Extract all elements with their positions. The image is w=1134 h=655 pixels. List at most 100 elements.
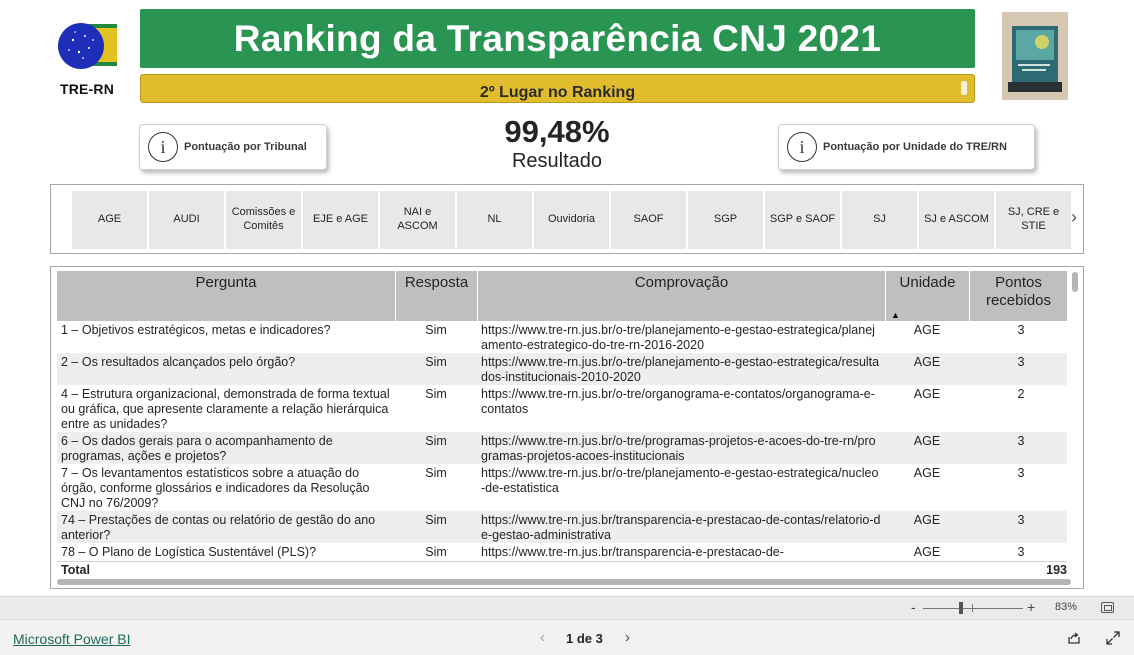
info-icon: i — [148, 132, 178, 162]
ranking-text: 2º Lugar no Ranking — [479, 84, 636, 101]
ranking-scrollbar[interactable] — [961, 81, 967, 95]
vertical-scrollbar[interactable] — [1072, 272, 1078, 292]
ranking-banner: 2º Lugar no Ranking — [140, 74, 975, 103]
cell-unidade: AGE — [913, 434, 941, 448]
pontuacao-unidade-button[interactable]: i Pontuação por Unidade do TRE/RN — [778, 124, 1035, 170]
cell-unidade: AGE — [913, 323, 941, 337]
zoom-percentage: 83% — [1055, 601, 1078, 613]
cell-pontos: 3 — [1017, 466, 1025, 480]
power-bi-link[interactable]: Microsoft Power BI — [13, 631, 130, 647]
tre-rn-logo-icon — [55, 18, 119, 80]
slicer-item[interactable]: Ouvidoria — [534, 191, 609, 249]
logo-text: TRE-RN — [59, 81, 115, 97]
info-icon: i — [787, 132, 817, 162]
cell-pontos: 3 — [1017, 323, 1025, 337]
table-body[interactable]: 1 – Objetivos estratégicos, metas e indi… — [57, 321, 1067, 561]
slicer-item[interactable]: AUDI — [149, 191, 224, 249]
table-header: Pergunta Resposta Comprovação Unidade Po… — [57, 271, 1067, 321]
cell-resposta: Sim — [425, 434, 447, 448]
cell-resposta: Sim — [425, 323, 447, 337]
pontuacao-unidade-label: Pontuação por Unidade do TRE/RN — [823, 141, 1007, 153]
expand-icon[interactable] — [1106, 631, 1120, 645]
cell-comprovacao: https://www.tre-rn.jus.br/o-tre/organogr… — [481, 387, 875, 416]
column-header-comprovacao[interactable]: Comprovação — [477, 271, 885, 321]
slicer-item[interactable]: EJE e AGE — [303, 191, 378, 249]
slicer-item[interactable]: NL — [457, 191, 532, 249]
trophy-image — [1002, 12, 1068, 100]
cell-pergunta: 78 – O Plano de Logística Sustentável (P… — [61, 545, 317, 559]
slicer-item[interactable]: SAOF — [611, 191, 686, 249]
zoom-slider-track[interactable] — [923, 608, 1023, 609]
table-row[interactable]: 78 – O Plano de Logística Sustentável (P… — [57, 543, 1067, 561]
zoom-slider-tick — [972, 604, 973, 612]
unidade-slicer: AGE AUDI Comissões e Comitês EJE e AGE NAI e… — [50, 184, 1084, 254]
cell-pontos: 2 — [1017, 387, 1025, 401]
table-row[interactable]: 1 – Objetivos estratégicos, metas e indi… — [57, 321, 1067, 353]
questions-table: Pergunta Resposta Comprovação Unidade Po… — [50, 266, 1084, 589]
cell-pontos: 3 — [1017, 434, 1025, 448]
zoom-in-button[interactable]: + — [1027, 599, 1035, 615]
cell-pergunta: 7 – Os levantamentos estatísticos sobre … — [61, 466, 370, 510]
table-row[interactable]: 6 – Os dados gerais para o acompanhament… — [57, 432, 1067, 464]
column-header-resposta[interactable]: Resposta — [395, 271, 477, 321]
title-banner: Ranking da Transparência CNJ 2021 — [140, 9, 975, 68]
table-row[interactable]: 2 – Os resultados alcançados pelo órgão?… — [57, 353, 1067, 385]
slicer-item[interactable]: SJ — [842, 191, 917, 249]
cell-unidade: AGE — [913, 387, 941, 401]
page-indicator: 1 de 3 — [566, 631, 603, 646]
chevron-right-icon[interactable]: › — [1071, 207, 1077, 228]
table-row[interactable]: 4 – Estrutura organizacional, demonstrad… — [57, 385, 1067, 432]
cell-unidade: AGE — [913, 466, 941, 480]
cell-unidade: AGE — [913, 545, 941, 559]
cell-comprovacao: https://www.tre-rn.jus.br/transparencia-… — [481, 513, 881, 542]
fit-to-page-icon[interactable] — [1101, 602, 1114, 613]
sort-ascending-icon[interactable]: ▲ — [891, 310, 900, 320]
cell-pontos: 3 — [1017, 513, 1025, 527]
slicer-item[interactable]: SGP e SAOF — [765, 191, 840, 249]
zoom-slider-thumb[interactable] — [959, 602, 963, 614]
slicer-item[interactable]: Comissões e Comitês — [226, 191, 301, 249]
table-row[interactable]: 7 – Os levantamentos estatísticos sobre … — [57, 464, 1067, 511]
cell-unidade: AGE — [913, 355, 941, 369]
slicer-item[interactable]: SJ, CRE e STIE — [996, 191, 1071, 249]
share-icon[interactable] — [1067, 631, 1081, 645]
cell-pergunta: 2 – Os resultados alcançados pelo órgão? — [61, 355, 296, 369]
page-title: Ranking da Transparência CNJ 2021 — [233, 17, 882, 59]
column-header-pergunta[interactable]: Pergunta — [57, 271, 395, 321]
table-row[interactable]: 74 – Prestações de contas ou relatório d… — [57, 511, 1067, 543]
cell-resposta: Sim — [425, 387, 447, 401]
kpi-label: Resultado — [511, 150, 603, 172]
cell-comprovacao: https://www.tre-rn.jus.br/o-tre/planejam… — [481, 355, 880, 384]
cell-comprovacao: https://www.tre-rn.jus.br/o-tre/programa… — [481, 434, 876, 463]
pontuacao-tribunal-button[interactable]: i Pontuação por Tribunal — [139, 124, 327, 170]
tre-rn-logo: TRE-RN — [53, 18, 121, 100]
cell-pergunta: 4 – Estrutura organizacional, demonstrad… — [61, 387, 390, 431]
slicer-item[interactable]: AGE — [72, 191, 147, 249]
chevron-right-icon[interactable]: › — [625, 629, 630, 646]
cell-pergunta: 6 – Os dados gerais para o acompanhament… — [61, 434, 333, 463]
cell-pergunta: 74 – Prestações de contas ou relatório d… — [61, 513, 376, 542]
slicer-item[interactable]: SGP — [688, 191, 763, 249]
cell-unidade: AGE — [913, 513, 941, 527]
chevron-left-icon[interactable]: ‹ — [540, 629, 545, 646]
cell-pontos: 3 — [1017, 355, 1025, 369]
footer-bar: Microsoft Power BI ‹ 1 de 3 › — [0, 619, 1134, 655]
table-total-row: Total 193 — [57, 561, 1067, 577]
slicer-items: AGE AUDI Comissões e Comitês EJE e AGE NAI e… — [72, 191, 1071, 249]
slicer-item[interactable]: SJ e ASCOM — [919, 191, 994, 249]
report-canvas: TRE-RN Ranking da Transparência CNJ 2021… — [0, 0, 1134, 655]
cell-pergunta: 1 – Objetivos estratégicos, metas e indi… — [61, 323, 331, 337]
cell-comprovacao: https://www.tre-rn.jus.br/o-tre/planejam… — [481, 323, 875, 352]
column-header-pontos[interactable]: Pontos recebidos — [969, 271, 1067, 321]
cell-comprovacao: https://www.tre-rn.jus.br/transparencia-… — [481, 545, 784, 559]
cell-pontos: 3 — [1017, 545, 1025, 559]
kpi-value: 99,48% — [504, 114, 610, 149]
pontuacao-tribunal-label: Pontuação por Tribunal — [184, 141, 307, 153]
horizontal-scrollbar[interactable] — [57, 579, 1071, 585]
cell-resposta: Sim — [425, 513, 447, 527]
total-value: 193 — [1046, 563, 1067, 577]
cell-resposta: Sim — [425, 355, 447, 369]
slicer-item[interactable]: NAI e ASCOM — [380, 191, 455, 249]
zoom-bar: - + 83% — [0, 596, 1134, 619]
zoom-out-button[interactable]: - — [911, 599, 916, 615]
